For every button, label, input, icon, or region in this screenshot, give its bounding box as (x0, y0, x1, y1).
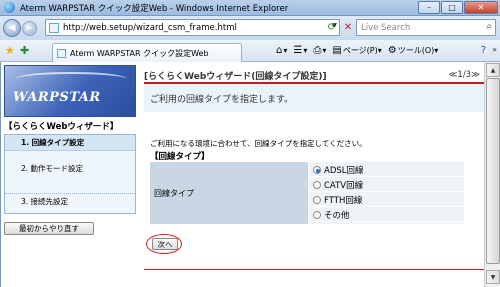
close-button[interactable]: ✕ (464, 1, 498, 14)
toolbar: ⌂ ▾ ☰ ▾ ⎙ ▾ ▤ ページ(P) ▾ ⚙ ツール(O) ▾ (276, 45, 444, 56)
logo-text: WARPSTAR (13, 90, 101, 105)
option-ftth[interactable]: FTTH回線 (309, 193, 464, 207)
home-button[interactable]: ⌂ ▾ (276, 45, 287, 56)
feeds-button[interactable]: ☰ ▾ (293, 45, 307, 56)
refresh-icon[interactable]: ⟳ (324, 19, 340, 35)
line-type-options: ADSL回線 CATV回線 FTTH回線 その他 (309, 162, 464, 224)
feeds-icon: ☰ (293, 45, 303, 56)
maximize-button[interactable]: □ (441, 1, 463, 14)
description-text: ご利用になる環境に合わせて、回線タイプを指定してください。 (150, 139, 367, 148)
wizard-title: [らくらくWebウィザード(回線タイプ設定)] (144, 71, 327, 82)
scroll-thumb[interactable] (486, 78, 500, 264)
page-menu-icon: ▤ (332, 45, 342, 56)
radio-other[interactable] (313, 210, 321, 219)
minimize-button[interactable]: – (418, 1, 440, 14)
search-placeholder: Live Search (361, 22, 411, 33)
sidebar-item-mode[interactable]: 2. 動作モード設定 (5, 160, 135, 176)
vertical-scrollbar[interactable]: ▲ ▼ (484, 62, 500, 287)
restart-button[interactable]: 最初からやり直す (4, 222, 94, 235)
highlight-circle (146, 234, 182, 254)
print-icon: ⎙ (313, 45, 322, 56)
line-type-table: 回線タイプ ADSL回線 CATV回線 FTTH回線 その他 (150, 162, 464, 224)
scroll-up-icon[interactable]: ▲ (486, 63, 500, 77)
tab-label: Aterm WARPSTAR クイック設定Web (70, 48, 209, 58)
help-icon[interactable]: ? (481, 45, 486, 56)
divider (144, 269, 484, 270)
window-controls: – □ ✕ (417, 1, 498, 14)
add-favorites-icon[interactable]: ✚ (20, 44, 29, 57)
sidebar-item-connection[interactable]: 3. 接続先設定 (5, 193, 135, 209)
title-bar: Aterm WARPSTAR クイック設定Web - Windows Inter… (0, 0, 500, 16)
field-label: 回線タイプ (150, 162, 308, 224)
search-input[interactable]: Live Search ⌕ (356, 19, 496, 36)
window-title: Aterm WARPSTAR クイック設定Web - Windows Inter… (20, 3, 289, 14)
sidebar-item-line-type[interactable]: 1. 回線タイプ設定 (5, 135, 135, 151)
radio-catv[interactable] (313, 180, 321, 189)
address-bar[interactable]: http://web.setup/wizard_csm_frame.html ▼ (45, 19, 340, 36)
gear-icon: ⚙ (387, 45, 397, 56)
favorites-star-icon[interactable]: ★ (5, 44, 15, 57)
sidebar-steps: 1. 回線タイプ設定 2. 動作モード設定 3. 接続先設定 (4, 134, 136, 214)
page-indicator: ≪1/3≫ (448, 70, 480, 80)
sidebar-heading: 【らくらくWebウィザード】 (4, 122, 119, 132)
tools-menu-button[interactable]: ⚙ ツール(O) ▾ (388, 45, 439, 56)
radio-adsl[interactable] (313, 165, 321, 174)
logo-wave (15, 72, 127, 86)
page-icon (49, 22, 59, 33)
back-button[interactable]: ◀ (3, 19, 21, 37)
ie-icon (4, 2, 15, 13)
url-text: http://web.setup/wizard_csm_frame.html (63, 22, 237, 33)
page-content: WARPSTAR 【らくらくWebウィザード】 1. 回線タイプ設定 2. 動作… (0, 62, 484, 287)
wizard-header: [らくらくWebウィザード(回線タイプ設定)] ≪1/3≫ (144, 68, 484, 84)
command-bar: ★ ✚ Aterm WARPSTAR クイック設定Web ⌂ ▾ ☰ ▾ ⎙ ▾ ▤ ペ… (0, 40, 500, 62)
section-title: 【回線タイプ】 (150, 152, 210, 162)
option-other[interactable]: その他 (309, 208, 464, 222)
option-adsl[interactable]: ADSL回線 (309, 163, 464, 177)
forward-button[interactable]: ▶ (22, 20, 37, 36)
instruction-banner: ご利用の回線タイプを指定します。 (144, 84, 484, 112)
radio-ftth[interactable] (313, 195, 321, 204)
chevron-right-icon[interactable]: » (492, 45, 497, 54)
address-row: ◀ ▶ http://web.setup/wizard_csm_frame.ht… (0, 16, 500, 40)
option-catv[interactable]: CATV回線 (309, 178, 464, 192)
page-menu-button[interactable]: ▤ ページ(P) ▾ (332, 45, 381, 56)
print-button[interactable]: ⎙ ▾ (313, 45, 326, 56)
search-icon[interactable]: ⌕ (486, 21, 492, 32)
browser-tab[interactable]: Aterm WARPSTAR クイック設定Web (52, 43, 242, 62)
stop-icon[interactable]: ✕ (341, 19, 355, 35)
tab-page-icon (57, 48, 66, 58)
home-icon: ⌂ (276, 45, 283, 56)
warpstar-logo: WARPSTAR (4, 65, 136, 117)
scroll-down-icon[interactable]: ▼ (486, 270, 500, 284)
